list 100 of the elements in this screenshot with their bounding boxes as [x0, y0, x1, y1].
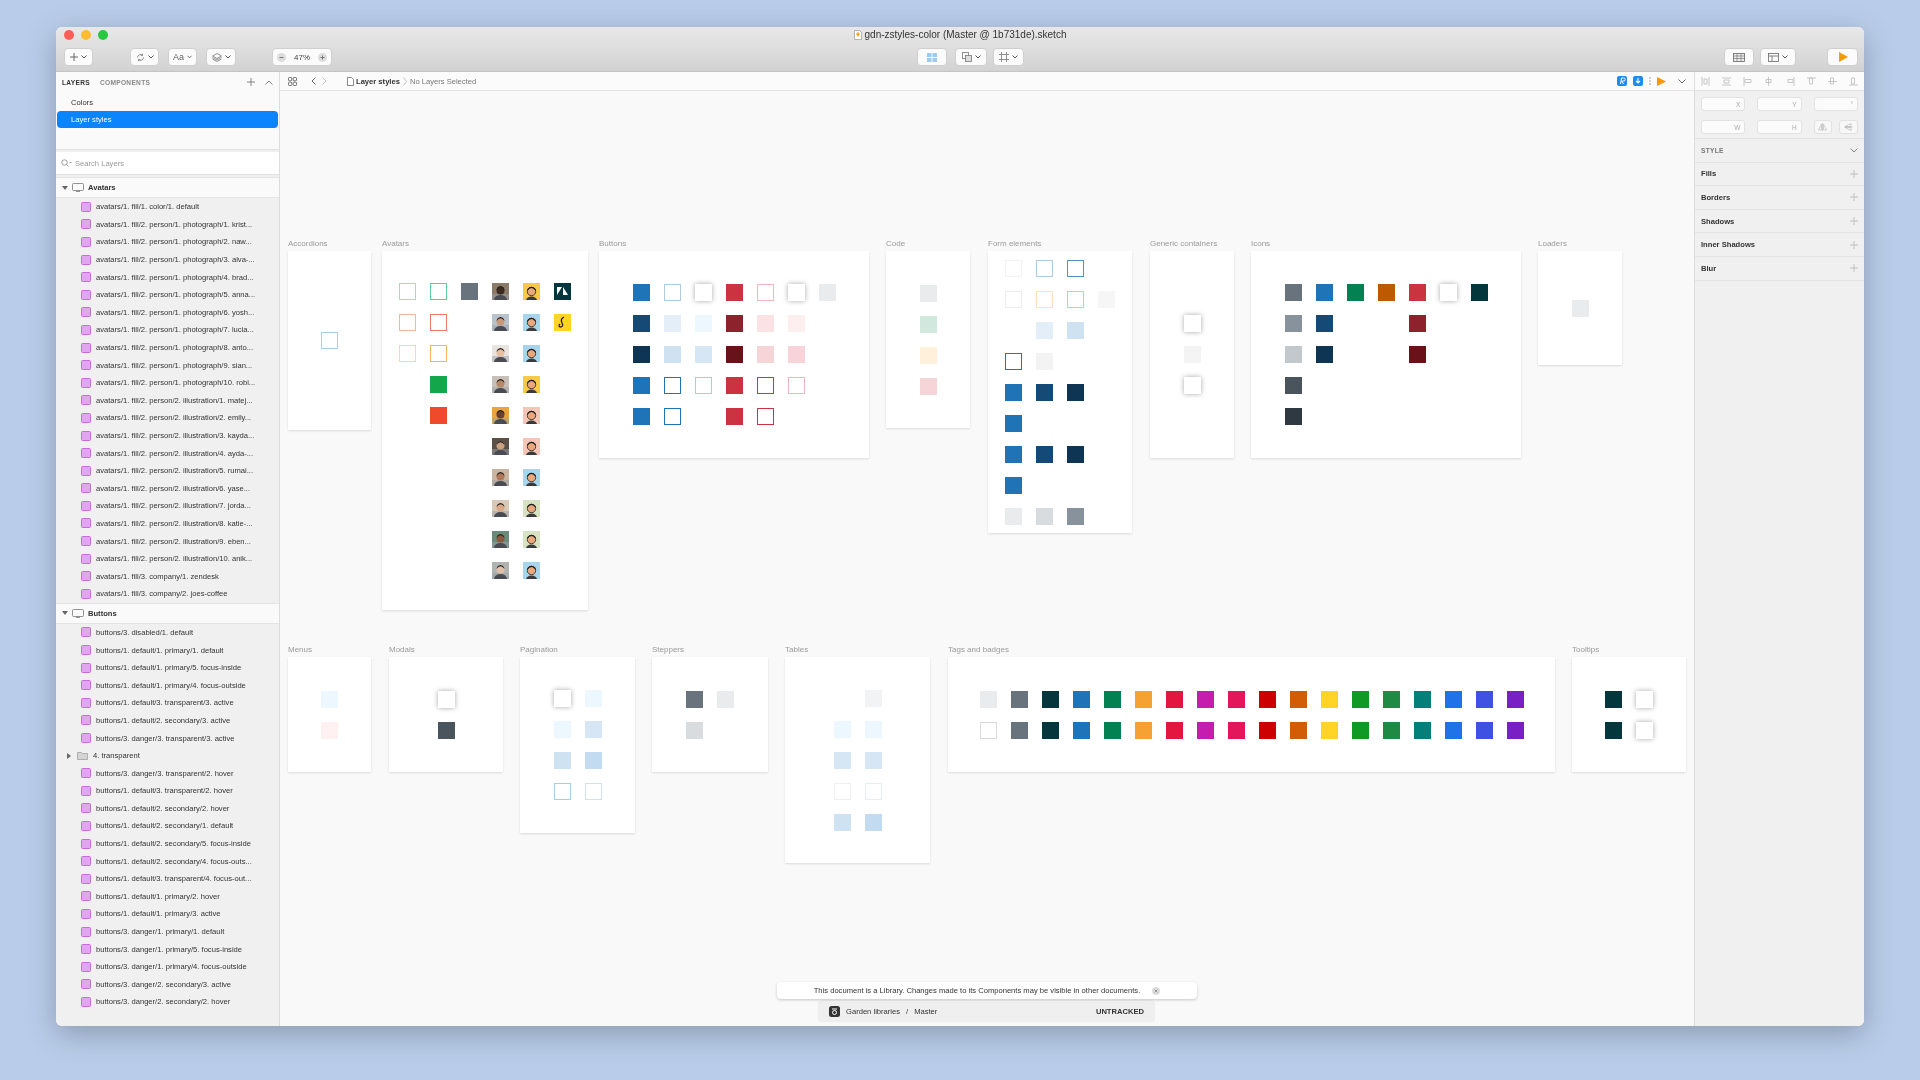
- minimize-button[interactable]: [81, 30, 91, 40]
- collapse-icon[interactable]: [265, 79, 273, 85]
- chevron-icon: [402, 76, 407, 86]
- layer-style-icon: [81, 627, 91, 638]
- layer-style-icon: [81, 908, 91, 919]
- layer-style-icon: [81, 395, 91, 406]
- insert-button[interactable]: [64, 48, 93, 66]
- play-icon: [1837, 52, 1848, 62]
- close-icon[interactable]: [1152, 986, 1161, 995]
- layer-style-icon: [81, 324, 91, 335]
- disclosure-triangle[interactable]: [62, 610, 68, 617]
- layers-button[interactable]: [206, 48, 236, 66]
- align-icon[interactable]: [1848, 76, 1858, 86]
- shadow-swatch: [1183, 377, 1201, 394]
- zoom-out-button[interactable]: [277, 52, 286, 62]
- grid-icon: [927, 52, 937, 62]
- layer-style-icon: [81, 500, 91, 511]
- document-icon: [853, 29, 862, 40]
- window-title: gdn-zstyles-color (Master @ 1b731de).sketch: [864, 29, 1067, 40]
- layer-style-icon: [81, 926, 91, 937]
- caret-icon: [1012, 55, 1018, 59]
- artboard[interactable]: [382, 251, 588, 610]
- add-icon[interactable]: [1850, 240, 1858, 249]
- artboard[interactable]: [1572, 657, 1686, 772]
- layer-style-icon: [81, 662, 91, 673]
- folder-icon: [77, 751, 88, 761]
- artboard[interactable]: [599, 251, 869, 458]
- caret-icon: [974, 55, 981, 59]
- artboard[interactable]: [389, 657, 503, 772]
- artboard[interactable]: [1251, 251, 1521, 458]
- table-icon: [1733, 52, 1745, 62]
- layer-style-icon: [81, 856, 91, 867]
- layer-style-icon: [81, 237, 91, 247]
- zoom-in-button[interactable]: [318, 52, 327, 62]
- layer-style-icon: [81, 412, 91, 423]
- align-icon[interactable]: [1764, 76, 1774, 86]
- layer-style-icon: [81, 645, 91, 656]
- frame-button[interactable]: [993, 48, 1024, 66]
- plus-icon: [70, 53, 78, 61]
- layer-style-icon: [81, 571, 91, 582]
- layer-style-icon: [81, 219, 91, 230]
- align-icon[interactable]: [1785, 76, 1795, 86]
- canvas-view-button[interactable]: [917, 48, 947, 66]
- add-icon[interactable]: [1850, 169, 1858, 178]
- layer-style-icon: [81, 996, 91, 1007]
- align-icon[interactable]: [1743, 76, 1753, 86]
- align-icon[interactable]: [1722, 76, 1732, 86]
- disclosure-triangle[interactable]: [66, 752, 72, 759]
- add-icon[interactable]: [1850, 193, 1858, 202]
- layer-style-icon: [81, 342, 91, 353]
- layout-icon: [1768, 52, 1779, 62]
- layer-style-icon: [81, 715, 91, 726]
- artboard[interactable]: [948, 657, 1555, 772]
- search-icon: [61, 159, 72, 167]
- shadow-swatch: [694, 284, 712, 301]
- add-icon[interactable]: [247, 78, 255, 86]
- preview-button[interactable]: [1827, 48, 1858, 66]
- layer-style-icon: [81, 448, 91, 459]
- shadow-swatch: [1439, 284, 1457, 301]
- align-icon[interactable]: [1806, 76, 1816, 86]
- caret-icon: [1782, 55, 1788, 59]
- forward-icon[interactable]: [322, 77, 327, 85]
- layers-icon: [211, 52, 222, 62]
- view-button[interactable]: [1760, 48, 1796, 66]
- layer-style-icon: [81, 536, 91, 547]
- layer-style-icon: [81, 680, 91, 691]
- download-icon[interactable]: [1633, 76, 1643, 86]
- mirror-button[interactable]: [1724, 48, 1754, 66]
- frame-icon: [999, 52, 1009, 62]
- back-icon[interactable]: [311, 77, 316, 85]
- shadow-swatch: [437, 690, 455, 708]
- symbol-button[interactable]: [130, 48, 159, 66]
- align-icon[interactable]: [1827, 76, 1837, 86]
- layer-style-icon: [81, 979, 91, 990]
- plugin-icon[interactable]: [1617, 76, 1627, 86]
- flip-button[interactable]: [1813, 120, 1833, 134]
- caret-icon: [224, 55, 231, 59]
- library-icon: [829, 1005, 840, 1017]
- disclosure-triangle[interactable]: [62, 184, 68, 191]
- close-button[interactable]: [64, 30, 74, 40]
- shadow-swatch: [1636, 690, 1653, 708]
- add-icon[interactable]: [1850, 217, 1858, 226]
- layer-style-icon: [81, 254, 91, 265]
- chevron-down-icon[interactable]: [1678, 78, 1686, 84]
- layer-style-icon: [81, 483, 91, 494]
- layer-style-icon: [81, 588, 91, 599]
- align-icon[interactable]: [1701, 76, 1711, 86]
- flip-button[interactable]: [1839, 120, 1858, 134]
- zoom-level[interactable]: 47%: [294, 52, 310, 62]
- maximize-button[interactable]: [98, 30, 108, 40]
- grid-icon[interactable]: [288, 76, 297, 86]
- artboard[interactable]: [988, 251, 1132, 533]
- play-icon[interactable]: [1657, 76, 1666, 86]
- layer-style-icon: [81, 465, 91, 476]
- chevron-down-icon[interactable]: [1850, 147, 1858, 153]
- layer-style-icon: [81, 733, 91, 743]
- text-button[interactable]: Aa: [168, 48, 197, 66]
- boolean-button[interactable]: [955, 48, 987, 66]
- add-icon[interactable]: [1850, 264, 1858, 273]
- flip-icon: [1844, 123, 1854, 131]
